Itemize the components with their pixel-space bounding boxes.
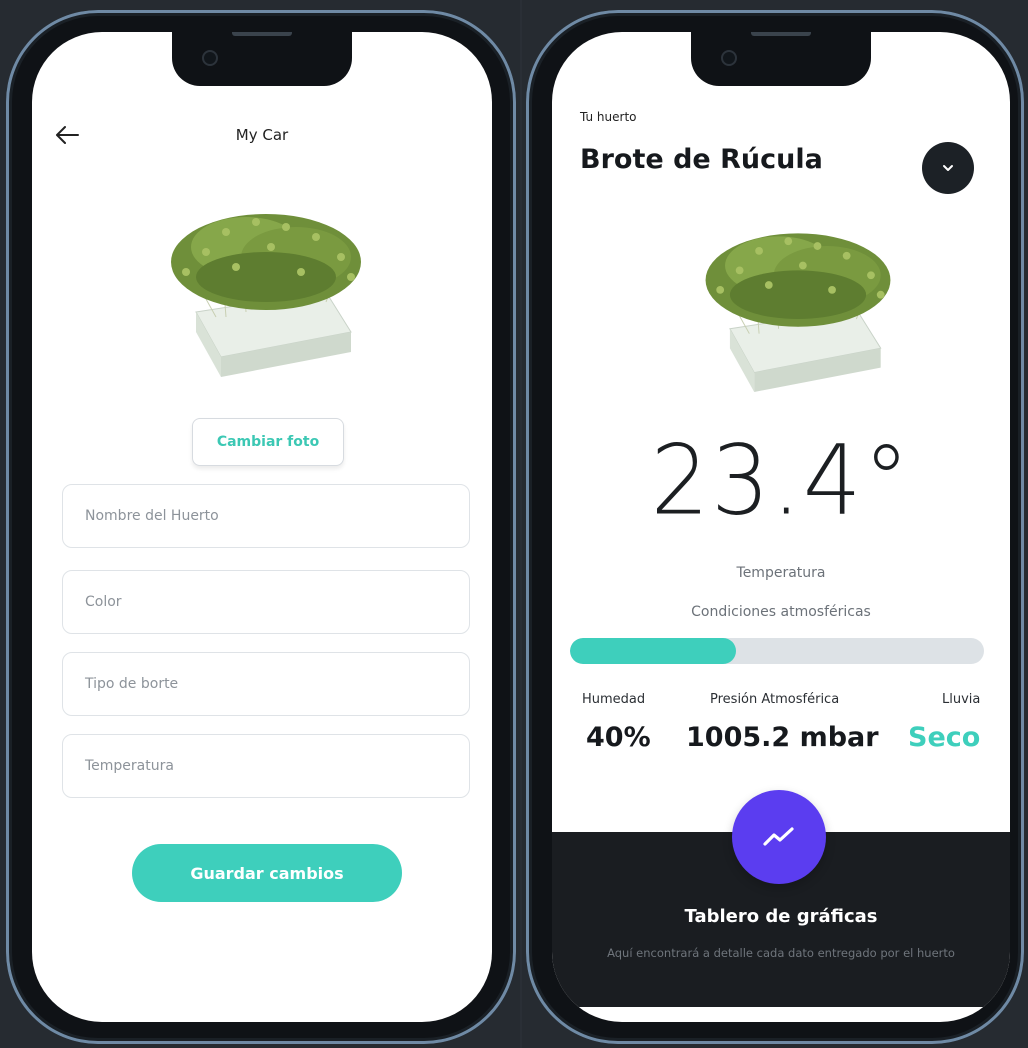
humidity-progress-fill xyxy=(570,638,736,664)
chevron-down-icon xyxy=(943,165,953,171)
speaker xyxy=(751,32,811,36)
garden-name-field[interactable]: Nombre del Huerto xyxy=(62,484,470,548)
pressure-value: 1005.2 mbar xyxy=(686,722,879,753)
camera-icon xyxy=(721,50,737,66)
notch xyxy=(691,32,871,86)
temperature-field[interactable]: Temperatura xyxy=(62,734,470,798)
eyebrow-label: Tu huerto xyxy=(580,110,637,124)
plant-image xyxy=(705,233,891,392)
conditions-label: Condiciones atmosféricas xyxy=(691,604,871,620)
temperature-label: Temperatura xyxy=(736,565,826,581)
camera-icon xyxy=(202,50,218,66)
rain-value: Seco xyxy=(908,722,981,753)
sprout-type-field[interactable]: Tipo de borte xyxy=(62,652,470,716)
dashboard-description: Aquí encontrará a detalle cada dato entr… xyxy=(607,946,955,960)
color-field[interactable]: Color xyxy=(62,570,470,634)
phone-frame: Tu huerto Brote de Rúcula 23.4° Temperat… xyxy=(526,10,1024,1044)
edit-screen: My Car Cambiar foto Nombre del Huerto Co… xyxy=(32,32,492,1022)
plant-name: Brote de Rúcula xyxy=(580,144,823,175)
trending-up-icon xyxy=(763,827,794,846)
rain-label: Lluvia xyxy=(942,692,981,707)
speaker xyxy=(232,32,292,36)
pressure-label: Presión Atmosférica xyxy=(710,692,840,707)
detail-panel: Tu huerto Brote de Rúcula 23.4° Temperat… xyxy=(522,0,1028,1048)
save-changes-button[interactable]: Guardar cambios xyxy=(132,844,402,902)
page-title: My Car xyxy=(235,126,289,144)
plant-image xyxy=(171,214,361,377)
dropdown-button[interactable] xyxy=(922,142,974,194)
change-photo-button[interactable]: Cambiar foto xyxy=(192,418,344,466)
edit-panel: My Car Cambiar foto Nombre del Huerto Co… xyxy=(0,0,520,1048)
phone-frame: My Car Cambiar foto Nombre del Huerto Co… xyxy=(6,10,516,1044)
temperature-value-text: 23.4° xyxy=(650,424,912,537)
notch xyxy=(172,32,352,86)
humidity-label: Humedad xyxy=(582,692,646,707)
charts-button[interactable] xyxy=(732,790,826,884)
humidity-value: 40% xyxy=(586,722,651,753)
detail-screen: Tu huerto Brote de Rúcula 23.4° Temperat… xyxy=(552,32,1010,1022)
dashboard-title: Tablero de gráficas xyxy=(684,906,878,927)
temperature-value: 23.4° xyxy=(552,424,1010,537)
humidity-progress-bar xyxy=(570,638,984,664)
